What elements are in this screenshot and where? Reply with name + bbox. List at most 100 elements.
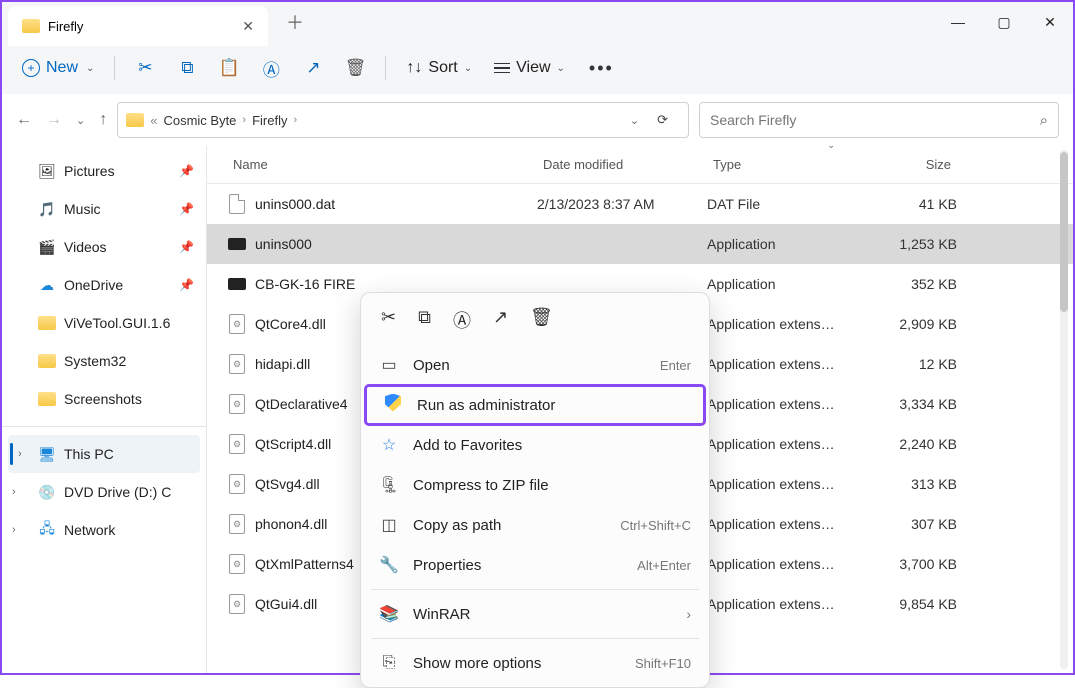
rename-button[interactable]: Ⓐ: [251, 48, 291, 88]
crumb-segment[interactable]: Firefly: [252, 113, 287, 128]
copy-icon[interactable]: ⧉: [418, 307, 431, 333]
file-name: unins000: [255, 236, 537, 252]
new-button[interactable]: + New ⌄: [12, 53, 104, 83]
col-name[interactable]: Name: [227, 157, 537, 172]
ctx-add-favorites[interactable]: ☆Add to Favorites: [361, 425, 709, 465]
ctx-open[interactable]: ▭OpenEnter: [361, 345, 709, 385]
cut-icon[interactable]: ✂: [381, 307, 396, 333]
plus-circle-icon: +: [22, 59, 40, 77]
zip-icon: 🗜: [379, 475, 399, 495]
delete-icon[interactable]: 🗑: [530, 307, 553, 333]
close-tab-icon[interactable]: ✕: [242, 18, 254, 35]
new-tab-button[interactable]: ＋: [276, 3, 314, 41]
pictures-icon: 🖼: [38, 163, 56, 179]
close-window-button[interactable]: ✕: [1027, 2, 1073, 42]
table-row[interactable]: unins000.dat2/13/2023 8:37 AMDAT File41 …: [207, 184, 1073, 224]
crumb-segment[interactable]: Cosmic Byte: [163, 113, 236, 128]
chevron-down-icon: ⌄: [86, 63, 94, 74]
chevron-right-icon[interactable]: ›: [18, 448, 22, 460]
dll-icon: [229, 314, 245, 334]
rename-icon[interactable]: Ⓐ: [453, 307, 471, 333]
app-icon: [228, 278, 246, 290]
sidebar-item-dvd[interactable]: ›💿DVD Drive (D:) C: [2, 473, 206, 511]
sidebar-item-network[interactable]: ›🖧Network: [2, 511, 206, 549]
sort-button[interactable]: ↑↓ Sort ⌄: [396, 53, 482, 83]
more-icon: ⎘: [379, 654, 399, 672]
chevron-right-icon: ›: [293, 114, 297, 126]
file-size: 3,334 KB: [867, 396, 957, 412]
sidebar-item-music[interactable]: 🎵Music📌: [2, 190, 206, 228]
chevron-down-icon[interactable]: ⌄: [827, 146, 835, 151]
minimize-button[interactable]: —: [935, 2, 981, 42]
back-button[interactable]: ←: [16, 111, 32, 129]
file-type: Application extens…: [707, 436, 867, 452]
chevron-right-icon: ›: [242, 114, 246, 126]
forward-button[interactable]: →: [46, 111, 62, 129]
col-type[interactable]: Type: [707, 157, 867, 172]
file-size: 2,240 KB: [867, 436, 957, 452]
chevron-down-icon: ⌄: [464, 63, 472, 74]
folder-icon: [126, 113, 144, 127]
chevron-down-icon[interactable]: ⌄: [630, 114, 639, 127]
chevron-right-icon[interactable]: ›: [12, 486, 16, 498]
separator: [371, 638, 699, 639]
separator: [371, 589, 699, 590]
view-button[interactable]: View ⌄: [484, 53, 575, 83]
address-bar-row: ← → ⌄ ↑ « Cosmic Byte › Firefly › ⌄ ⟳ ⌕: [2, 94, 1073, 146]
file-size: 9,854 KB: [867, 596, 957, 612]
scrollbar-vertical[interactable]: [1057, 146, 1071, 673]
sidebar-item-videos[interactable]: 🎬Videos📌: [2, 228, 206, 266]
sidebar-item-vivetool[interactable]: ViVeTool.GUI.1.6: [2, 304, 206, 342]
file-size: 3,700 KB: [867, 556, 957, 572]
maximize-button[interactable]: ▢: [981, 2, 1027, 42]
col-date[interactable]: Date modified: [537, 157, 707, 172]
file-type: Application extens…: [707, 516, 867, 532]
dll-icon: [229, 394, 245, 414]
ctx-copy-path[interactable]: ◫Copy as pathCtrl+Shift+C: [361, 505, 709, 545]
refresh-button[interactable]: ⟳: [645, 112, 680, 128]
recent-dropdown[interactable]: ⌄: [76, 114, 85, 127]
cloud-icon: ☁: [38, 277, 56, 293]
share-button[interactable]: ↗: [293, 48, 333, 88]
col-size[interactable]: Size: [867, 157, 957, 172]
separator: [385, 56, 386, 80]
tab-title: Firefly: [48, 19, 83, 34]
sort-label: Sort: [428, 59, 457, 77]
file-type: Application extens…: [707, 476, 867, 492]
paste-button[interactable]: 📋: [209, 48, 249, 88]
open-icon: ▭: [379, 355, 399, 375]
ctx-run-as-admin[interactable]: Run as administrator: [365, 385, 705, 425]
column-headers: Name Date modified Type Size ⌄: [207, 146, 1073, 184]
ctx-compress-zip[interactable]: 🗜Compress to ZIP file: [361, 465, 709, 505]
sidebar-item-system32[interactable]: System32: [2, 342, 206, 380]
more-button[interactable]: •••: [577, 58, 626, 79]
file-size: 307 KB: [867, 516, 957, 532]
sort-icon: ↑↓: [406, 59, 422, 77]
table-row[interactable]: unins000Application1,253 KB: [207, 224, 1073, 264]
search-input[interactable]: [710, 112, 1040, 128]
ctx-properties[interactable]: 🔧PropertiesAlt+Enter: [361, 545, 709, 585]
network-icon: 🖧: [38, 522, 56, 538]
dll-icon: [229, 554, 245, 574]
chevron-right-icon[interactable]: ›: [12, 524, 16, 536]
sidebar-item-pictures[interactable]: 🖼Pictures📌: [2, 152, 206, 190]
up-button[interactable]: ↑: [99, 111, 107, 129]
search-box[interactable]: ⌕: [699, 102, 1059, 138]
sidebar-item-screenshots[interactable]: Screenshots: [2, 380, 206, 418]
scroll-thumb[interactable]: [1060, 152, 1068, 312]
file-type: Application: [707, 276, 867, 292]
sidebar-item-thispc[interactable]: ›🖥This PC: [8, 435, 200, 473]
delete-button[interactable]: 🗑: [335, 48, 375, 88]
sidebar-item-onedrive[interactable]: ☁OneDrive📌: [2, 266, 206, 304]
dll-icon: [229, 594, 245, 614]
dll-icon: [229, 354, 245, 374]
window-tab[interactable]: Firefly ✕: [8, 6, 268, 46]
copy-button[interactable]: ⧉: [167, 48, 207, 88]
folder-icon: [38, 316, 56, 330]
breadcrumb[interactable]: « Cosmic Byte › Firefly › ⌄ ⟳: [117, 102, 689, 138]
share-icon[interactable]: ↗: [493, 307, 508, 333]
ctx-show-more[interactable]: ⎘Show more optionsShift+F10: [361, 643, 709, 683]
dll-icon: [229, 474, 245, 494]
cut-button[interactable]: ✂: [125, 48, 165, 88]
ctx-winrar[interactable]: 📚WinRAR›: [361, 594, 709, 634]
